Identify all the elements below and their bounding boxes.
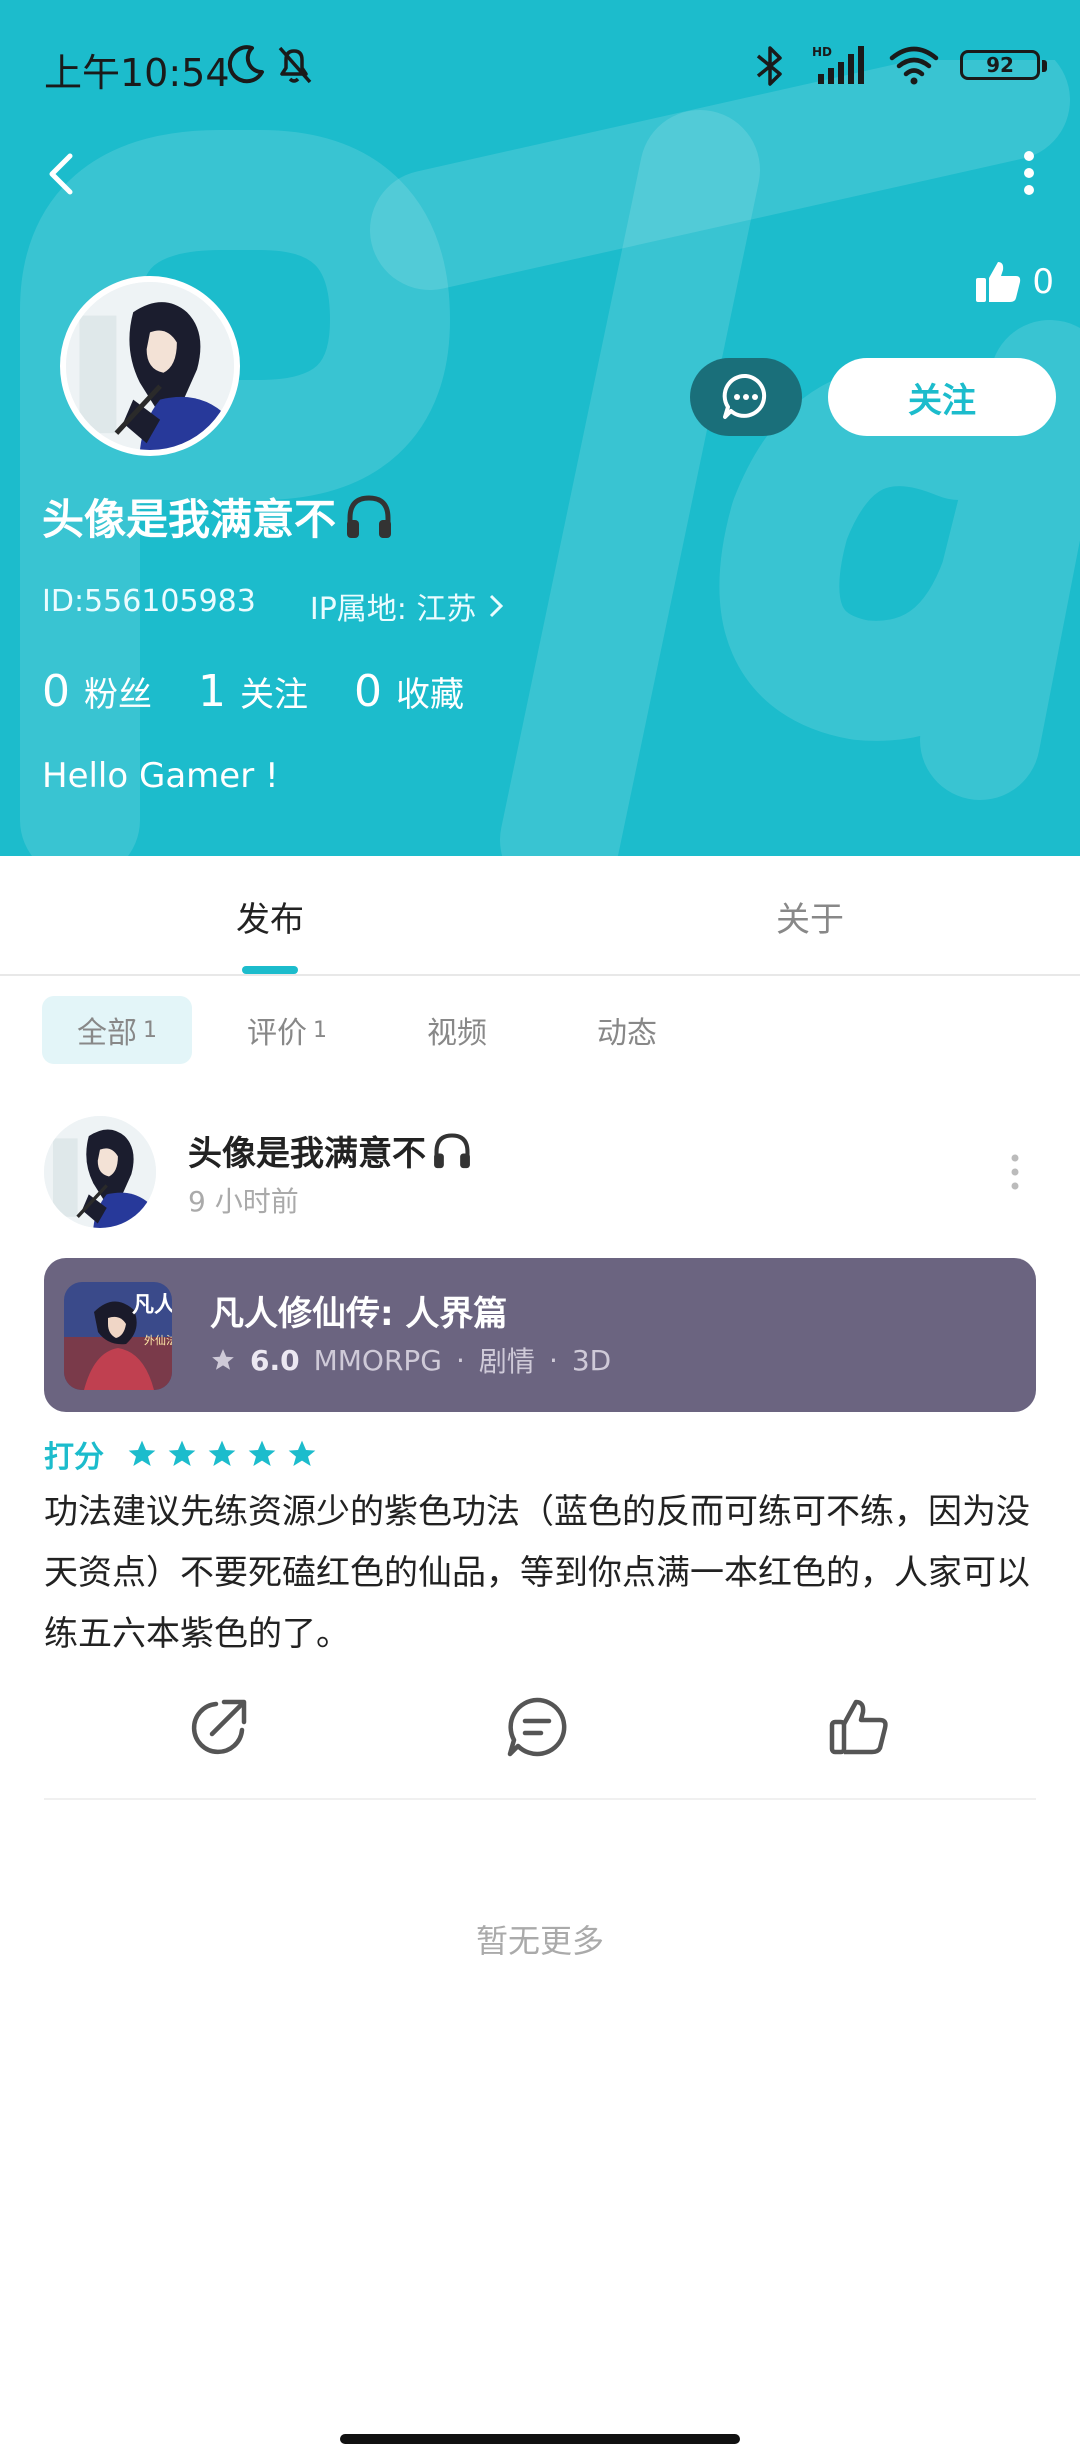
user-id: ID:556105983 (42, 584, 256, 619)
stat-following[interactable]: 1 关注 (198, 666, 308, 717)
post-timestamp: 9 小时前 (188, 1185, 299, 1218)
ip-location-link[interactable]: IP属地: 江苏 (310, 584, 507, 628)
moon-icon (227, 45, 264, 84)
profile-stats: 0 粉丝 1 关注 0 收藏 (42, 666, 464, 717)
game-tag: 剧情 (478, 1345, 535, 1378)
signal-icon: HD (812, 45, 864, 84)
stat-number: 0 (42, 666, 70, 717)
profile-bio: Hello Gamer ! (42, 756, 279, 796)
filter-label: 全部 (77, 1016, 137, 1051)
filter-count: 1 (313, 1017, 327, 1043)
stat-favorites[interactable]: 0 收藏 (354, 666, 464, 717)
home-indicator[interactable] (340, 2434, 740, 2444)
profile-tabs: 发布 关于 (0, 856, 1080, 976)
message-button[interactable] (690, 358, 802, 436)
taptap-watermark (20, 60, 1080, 856)
filter-all[interactable]: 全部 1 (42, 996, 192, 1064)
game-tag: MMORPG (313, 1343, 443, 1377)
chevron-right-icon (490, 594, 504, 618)
filter-videos[interactable]: 视频 (382, 996, 532, 1064)
stat-label: 收藏 (396, 675, 464, 715)
headphones-icon (347, 494, 392, 538)
separator-dot: · (456, 1343, 465, 1377)
nickname-text: 头像是我满意不 (42, 495, 337, 544)
review-rating: 打分 (44, 1432, 318, 1476)
game-icon: 凡人 外仙法 (64, 1282, 172, 1390)
star-icon (208, 1440, 236, 1466)
game-icon-subtext: 外仙法 (144, 1333, 172, 1347)
stat-number: 0 (354, 666, 382, 717)
filter-label: 评价 (247, 1016, 307, 1051)
stat-number: 1 (198, 666, 226, 717)
divider (44, 1798, 1036, 1800)
star-icon (288, 1440, 316, 1466)
headphones-icon (434, 1132, 470, 1168)
filter-label: 视频 (427, 1016, 487, 1051)
stat-label: 粉丝 (84, 675, 152, 715)
game-meta: 6.0 MMORPG · 剧情 · 3D (210, 1340, 611, 1380)
stat-fans[interactable]: 0 粉丝 (42, 666, 152, 717)
no-more-text: 暂无更多 (475, 1922, 604, 1960)
mute-bell-icon (278, 46, 312, 84)
profile-header: 上午10:54 HD 92 0 关注 头像是我满意不 ID:556105983 (0, 0, 1080, 856)
profile-like-button[interactable]: 0 (974, 254, 1054, 310)
svg-text:HD: HD (812, 45, 832, 59)
share-icon[interactable] (186, 1694, 252, 1760)
post-more-icon[interactable] (1000, 1150, 1030, 1194)
star-icon (168, 1440, 196, 1466)
status-time: 上午10:54 (44, 51, 230, 95)
bluetooth-icon (756, 46, 782, 86)
filter-label: 动态 (597, 1016, 657, 1051)
follow-button[interactable]: 关注 (828, 358, 1056, 436)
tab-about[interactable]: 关于 (710, 856, 910, 976)
filter-moments[interactable]: 动态 (552, 996, 702, 1064)
game-card[interactable]: 凡人 外仙法 凡人修仙传: 人界篇 6.0 MMORPG · 剧情 · 3D (44, 1258, 1036, 1412)
review-text: 功法建议先练资源少的紫色功法（蓝色的反而可练可不练，因为没天资点）不要死磕红色的… (44, 1492, 1030, 1654)
star-icon (128, 1440, 156, 1466)
profile-avatar[interactable] (60, 276, 240, 456)
post-author-name[interactable]: 头像是我满意不 (188, 1126, 474, 1175)
profile-like-count: 0 (1032, 262, 1054, 302)
back-arrow-icon[interactable] (36, 148, 88, 200)
tab-indicator (242, 966, 298, 974)
comment-icon[interactable] (504, 1694, 570, 1760)
like-icon[interactable] (826, 1694, 892, 1760)
star-icon (248, 1440, 276, 1466)
post-author-avatar[interactable] (44, 1116, 156, 1228)
separator-dot: · (548, 1343, 558, 1377)
ip-location: IP属地: 江苏 (309, 592, 477, 627)
tab-posts[interactable]: 发布 (170, 856, 370, 976)
thumbs-up-icon (976, 262, 1021, 302)
filter-reviews[interactable]: 评价 1 (212, 996, 362, 1064)
filter-chips: 全部 1 评价 1 视频 动态 (42, 996, 702, 1064)
post-actions (0, 1690, 1080, 1770)
wifi-icon (889, 46, 939, 85)
profile-nickname: 头像是我满意不 (42, 486, 396, 547)
rating-stars (126, 1438, 318, 1470)
filter-count: 1 (143, 1017, 157, 1043)
stat-label: 关注 (240, 675, 308, 715)
game-tag: 3D (571, 1343, 612, 1377)
chat-bubble-icon (722, 373, 767, 419)
profile-id-row: ID:556105983 IP属地: 江苏 (42, 584, 506, 628)
game-title: 凡人修仙传: 人界篇 (210, 1294, 508, 1334)
game-icon-art: 凡人 外仙法 (64, 1282, 172, 1390)
more-options-icon[interactable] (1014, 148, 1044, 198)
avatar-image (44, 1116, 156, 1228)
author-text: 头像是我满意不 (188, 1134, 426, 1174)
battery-indicator: 92 (960, 50, 1047, 80)
game-score: 6.0 (250, 1343, 300, 1377)
rating-label: 打分 (44, 1440, 104, 1475)
star-icon (212, 1349, 234, 1370)
game-icon-text: 凡人 (132, 1292, 172, 1318)
avatar-image (66, 282, 234, 450)
status-bar: 上午10:54 HD 92 (44, 36, 1047, 96)
